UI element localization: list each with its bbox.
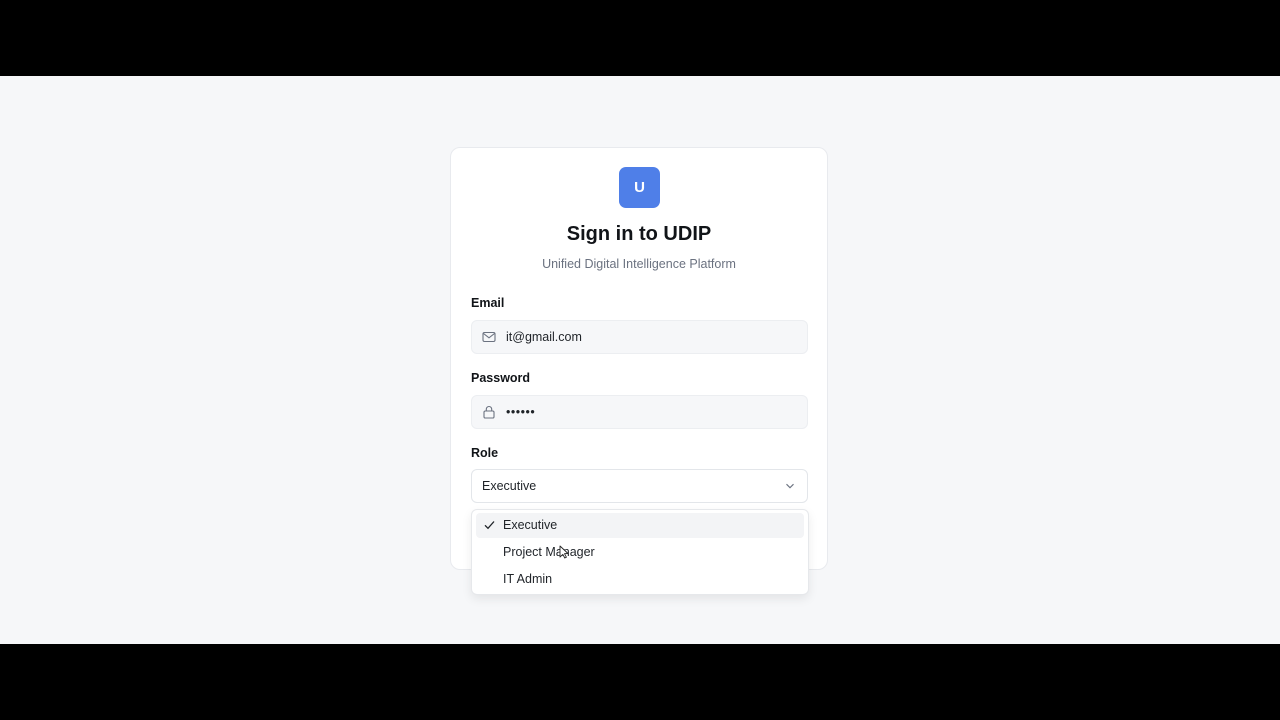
role-select[interactable]: Executive [471,469,808,503]
lock-icon [483,406,495,419]
password-value: •••••• [506,405,536,419]
letterbox-bottom [0,644,1280,720]
email-label: Email [471,296,505,310]
role-option-project-manager[interactable]: Project Manager [476,540,804,565]
password-field[interactable]: •••••• [471,395,808,429]
option-label: Executive [503,518,558,532]
logo-letter: U [634,179,645,196]
mail-icon [482,331,496,343]
page-subtitle: Unified Digital Intelligence Platform [542,257,736,271]
page-title: Sign in to UDIP [566,223,712,245]
option-label: Project Manager [503,545,595,559]
role-dropdown: Executive Project Manager IT Admin [471,509,809,595]
option-label: IT Admin [503,572,553,586]
mouse-cursor-icon [559,545,569,559]
role-option-it-admin[interactable]: IT Admin [476,567,804,592]
letterbox-top [0,0,1280,76]
chevron-down-icon [786,483,794,489]
role-option-executive[interactable]: Executive [476,513,804,538]
sign-in-card [450,147,828,570]
email-field[interactable]: it@gmail.com [471,320,808,354]
role-label: Role [471,446,499,460]
email-value: it@gmail.com [506,330,582,344]
role-selected-value: Executive [482,479,537,493]
password-label: Password [471,371,531,385]
app-logo: U [619,167,660,208]
check-icon [484,521,495,530]
